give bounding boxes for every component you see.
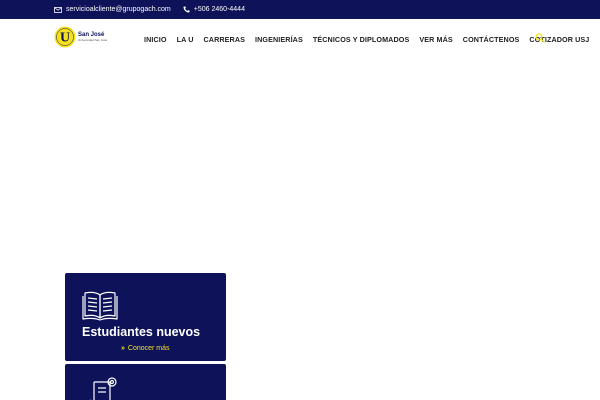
email-text: servicioalcliente@grupogach.com [66, 6, 171, 13]
phone-text: +506 2460-4444 [193, 6, 245, 13]
logo-subtitle: Universidad San José [78, 38, 108, 42]
top-contact-bar: servicioalcliente@grupogach.com +506 246… [0, 0, 600, 19]
search-icon[interactable] [535, 33, 545, 43]
nav-item-la-u[interactable]: LA U [177, 35, 194, 44]
main-header: U San José Universidad San José INICIO L… [0, 19, 600, 59]
document-gear-icon [90, 377, 117, 400]
svg-text:U: U [60, 31, 70, 46]
phone-icon [183, 6, 190, 13]
nav-item-contactenos[interactable]: CONTÁCTENOS [463, 35, 520, 44]
nav-item-inicio[interactable]: INICIO [144, 35, 167, 44]
learn-more-link[interactable]: » Conocer más [121, 345, 170, 352]
nav-item-ingenierias[interactable]: INGENIERÍAS [255, 35, 303, 44]
nav-item-ver-mas[interactable]: VER MÁS [419, 35, 452, 44]
card-secondary[interactable] [65, 364, 226, 400]
main-nav: INICIO LA U CARRERAS INGENIERÍAS TÉCNICO… [144, 19, 599, 59]
phone-contact[interactable]: +506 2460-4444 [183, 6, 245, 13]
nav-item-tecnicos-diplomados[interactable]: TÉCNICOS Y DIPLOMADOS [313, 35, 409, 44]
site-logo[interactable]: U San José Universidad San José [54, 26, 107, 48]
email-contact[interactable]: servicioalcliente@grupogach.com [54, 6, 171, 13]
nav-item-carreras[interactable]: CARRERAS [203, 35, 245, 44]
logo-badge: U [54, 26, 76, 48]
open-book-icon [82, 291, 118, 321]
card-title: Estudiantes nuevos [82, 325, 201, 339]
learn-more-label: Conocer más [127, 345, 170, 352]
double-chevron-right-icon: » [121, 345, 125, 352]
card-new-students[interactable]: Estudiantes nuevos » Conocer más [65, 273, 226, 361]
envelope-icon [54, 6, 62, 13]
